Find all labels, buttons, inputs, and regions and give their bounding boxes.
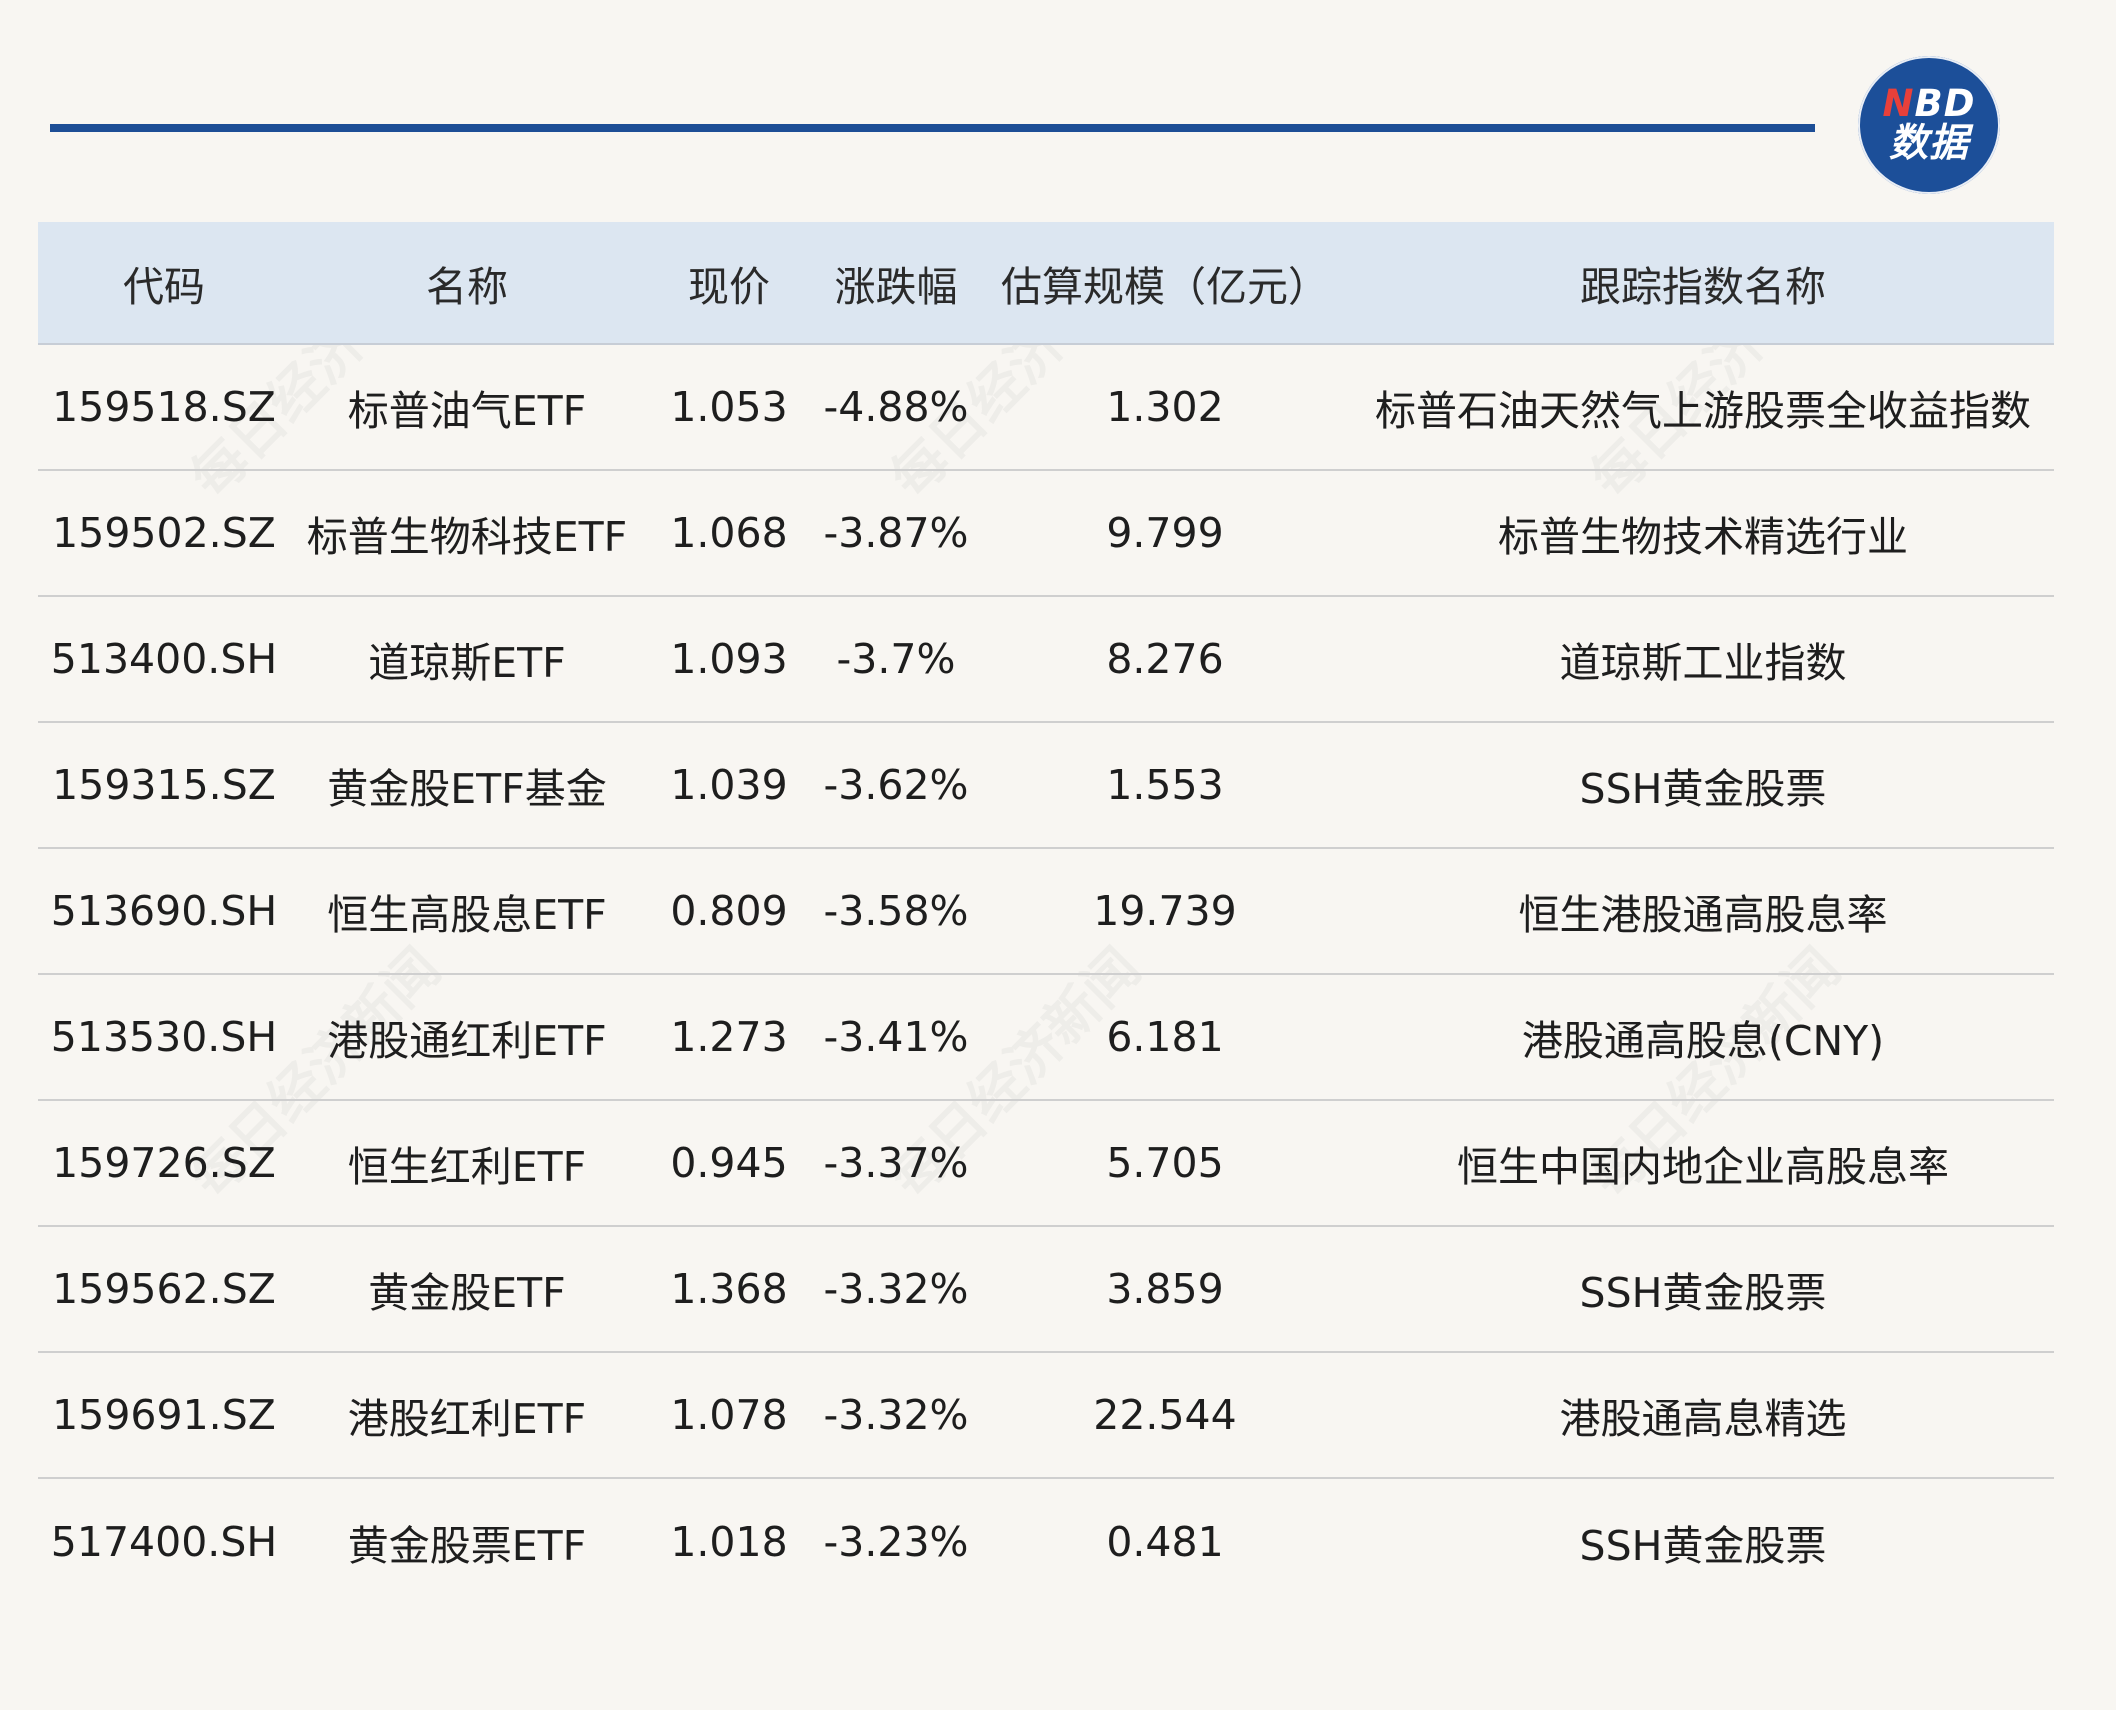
header-code: 代码 <box>123 262 205 311</box>
cell-scale: 6.181 <box>1106 1013 1224 1061</box>
cell-code: 159518.SZ <box>52 383 276 431</box>
table-row: 159502.SZ 标普生物科技ETF 1.068 -3.87% 9.799 标… <box>38 471 2054 597</box>
cell-index: SSH黄金股票 <box>1579 1269 1827 1317</box>
header-scale: 估算规模（亿元） <box>1001 262 1329 311</box>
header-name: 名称 <box>426 262 508 311</box>
cell-index: 标普石油天然气上游股票全收益指数 <box>1375 387 2031 435</box>
cell-name: 黄金股ETF基金 <box>327 765 607 813</box>
page: 每日经济新闻 每日经济新闻 每日经济新闻 每日经济新闻 每日经济新闻 每日经济新… <box>0 0 2116 1710</box>
cell-change: -3.32% <box>823 1391 969 1439</box>
table-row: 513530.SH 港股通红利ETF 1.273 -3.41% 6.181 港股… <box>38 975 2054 1101</box>
header-index: 跟踪指数名称 <box>1580 262 1826 311</box>
cell-name: 标普生物科技ETF <box>306 513 628 561</box>
cell-scale: 0.481 <box>1106 1518 1224 1566</box>
table-row: 517400.SH 黄金股票ETF 1.018 -3.23% 0.481 SSH… <box>38 1479 2054 1605</box>
cell-code: 159562.SZ <box>52 1265 276 1313</box>
logo-accent-letter: N <box>1882 82 1915 126</box>
table-row: 513400.SH 道琼斯ETF 1.093 -3.7% 8.276 道琼斯工业… <box>38 597 2054 723</box>
cell-scale: 8.276 <box>1106 635 1224 683</box>
table-row: 159726.SZ 恒生红利ETF 0.945 -3.37% 5.705 恒生中… <box>38 1101 2054 1227</box>
cell-price: 0.809 <box>670 887 788 935</box>
cell-change: -3.62% <box>823 761 969 809</box>
cell-scale: 1.302 <box>1106 383 1224 431</box>
table-row: 159691.SZ 港股红利ETF 1.078 -3.32% 22.544 港股… <box>38 1353 2054 1479</box>
cell-code: 513400.SH <box>50 635 278 683</box>
etf-table: 代码 名称 现价 涨跌幅 估算规模（亿元） 跟踪指数名称 159518.SZ 标… <box>38 222 2054 1605</box>
table-row: 513690.SH 恒生高股息ETF 0.809 -3.58% 19.739 恒… <box>38 849 2054 975</box>
cell-scale: 19.739 <box>1093 887 1237 935</box>
cell-name: 恒生高股息ETF <box>327 891 607 939</box>
cell-name: 道琼斯ETF <box>368 639 566 687</box>
cell-change: -3.7% <box>836 635 956 683</box>
cell-index: SSH黄金股票 <box>1579 765 1827 813</box>
cell-index: 恒生中国内地企业高股息率 <box>1457 1143 1949 1191</box>
cell-price: 1.368 <box>670 1265 788 1313</box>
cell-code: 159315.SZ <box>52 761 276 809</box>
cell-code: 159502.SZ <box>52 509 276 557</box>
cell-change: -3.58% <box>823 887 969 935</box>
cell-price: 0.945 <box>670 1139 788 1187</box>
cell-name: 恒生红利ETF <box>347 1143 587 1191</box>
cell-change: -3.23% <box>823 1518 969 1566</box>
cell-scale: 3.859 <box>1106 1265 1224 1313</box>
cell-index: SSH黄金股票 <box>1579 1522 1827 1570</box>
cell-code: 517400.SH <box>50 1518 278 1566</box>
table-header-row: 代码 名称 现价 涨跌幅 估算规模（亿元） 跟踪指数名称 <box>38 222 2054 345</box>
table-row: 159315.SZ 黄金股ETF基金 1.039 -3.62% 1.553 SS… <box>38 723 2054 849</box>
cell-name: 黄金股票ETF <box>347 1522 587 1570</box>
cell-price: 1.273 <box>670 1013 788 1061</box>
cell-index: 港股通高股息(CNY) <box>1521 1017 1885 1065</box>
cell-change: -3.37% <box>823 1139 969 1187</box>
cell-name: 标普油气ETF <box>347 387 587 435</box>
table-row: 159562.SZ 黄金股ETF 1.368 -3.32% 3.859 SSH黄… <box>38 1227 2054 1353</box>
table-row: 159518.SZ 标普油气ETF 1.053 -4.88% 1.302 标普石… <box>38 345 2054 471</box>
cell-index: 标普生物技术精选行业 <box>1498 513 1908 561</box>
cell-name: 港股通红利ETF <box>327 1017 607 1065</box>
cell-code: 159726.SZ <box>52 1139 276 1187</box>
cell-index: 恒生港股通高股息率 <box>1518 891 1888 939</box>
header-change: 涨跌幅 <box>834 262 958 311</box>
logo-subtitle: 数据 <box>1888 120 1969 166</box>
cell-scale: 1.553 <box>1106 761 1224 809</box>
cell-code: 513690.SH <box>50 887 278 935</box>
logo-wordmark: NBD <box>1882 82 1976 126</box>
cell-scale: 22.544 <box>1093 1391 1237 1439</box>
cell-price: 1.018 <box>670 1518 788 1566</box>
cell-price: 1.068 <box>670 509 788 557</box>
cell-price: 1.078 <box>670 1391 788 1439</box>
cell-price: 1.093 <box>670 635 788 683</box>
cell-change: -3.87% <box>823 509 969 557</box>
header-price: 现价 <box>688 262 770 311</box>
cell-code: 513530.SH <box>50 1013 278 1061</box>
cell-index: 道琼斯工业指数 <box>1559 639 1847 687</box>
cell-code: 159691.SZ <box>52 1391 276 1439</box>
cell-change: -4.88% <box>823 383 969 431</box>
cell-price: 1.039 <box>670 761 788 809</box>
top-rule <box>50 124 1815 132</box>
cell-name: 港股红利ETF <box>347 1395 587 1443</box>
cell-scale: 9.799 <box>1106 509 1224 557</box>
cell-index: 港股通高息精选 <box>1559 1395 1847 1443</box>
logo-letters: BD <box>1914 82 1976 126</box>
cell-name: 黄金股ETF <box>368 1269 566 1317</box>
cell-price: 1.053 <box>670 383 788 431</box>
cell-change: -3.32% <box>823 1265 969 1313</box>
nbd-data-logo: NBD 数据 <box>1858 56 2000 194</box>
cell-scale: 5.705 <box>1106 1139 1224 1187</box>
cell-change: -3.41% <box>823 1013 969 1061</box>
